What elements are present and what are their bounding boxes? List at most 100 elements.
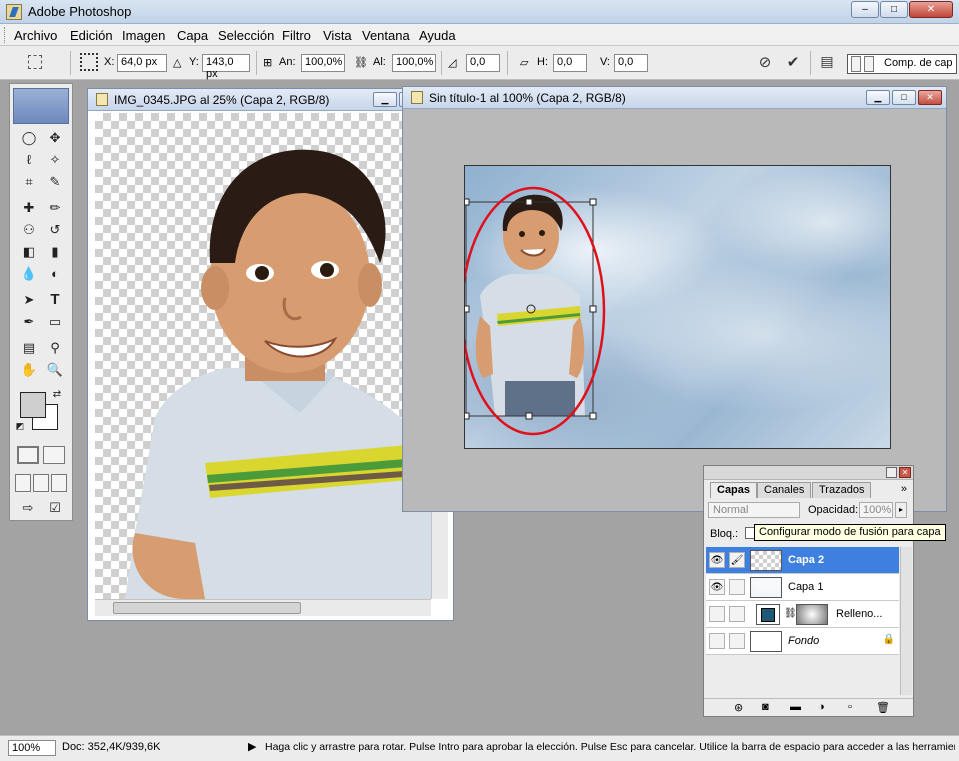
tab-canales[interactable]: Canales — [757, 482, 812, 498]
trash-icon[interactable]: 🗑 — [876, 701, 890, 714]
x-field[interactable]: 64,0 px — [117, 54, 167, 72]
opacity-slider-button[interactable]: ▸ — [895, 502, 907, 518]
new-group-icon[interactable]: ▬ — [790, 701, 801, 713]
panel-minimize-button[interactable] — [886, 467, 897, 478]
screen-mode-standard-button[interactable] — [15, 474, 31, 492]
eye-toggle-off[interactable] — [709, 633, 725, 649]
swap-colors-icon[interactable]: ⇄ — [50, 388, 64, 402]
layer-row[interactable]: Fondo 🔒 — [706, 628, 899, 655]
hskew-field[interactable]: 0,0 — [553, 54, 587, 72]
reference-point-icon[interactable] — [80, 53, 98, 71]
default-colors-icon[interactable]: ◩ — [14, 420, 26, 432]
panel-close-button[interactable]: ✕ — [899, 467, 911, 478]
close-button[interactable]: ✕ — [909, 1, 953, 18]
layer-name[interactable]: Capa 1 — [788, 581, 823, 593]
palette-well-icon[interactable]: ▤ — [817, 54, 837, 72]
new-layer-icon[interactable]: ▫ — [848, 701, 852, 713]
quick-mask-button[interactable] — [43, 446, 65, 464]
healing-brush-icon[interactable]: ✚ — [18, 198, 40, 218]
blend-mode-select[interactable]: Normal — [708, 502, 800, 518]
menu-edicion[interactable]: Edición — [70, 28, 113, 43]
opacity-field[interactable]: 100% — [859, 502, 893, 518]
move-tool-icon[interactable]: ✥ — [44, 128, 66, 148]
magic-wand-tool-icon[interactable]: ✧ — [44, 150, 66, 170]
brush-icon[interactable]: 🖌 — [729, 552, 745, 568]
screen-mode-full-button[interactable] — [51, 474, 67, 492]
palette-tab[interactable] — [864, 56, 874, 72]
layer-name[interactable]: Relleno... — [836, 608, 882, 620]
doc-close-button[interactable]: ✕ — [918, 90, 942, 105]
horizontal-scrollbar[interactable] — [95, 599, 431, 616]
transform-tool-icon[interactable] — [28, 55, 42, 69]
history-brush-icon[interactable]: ↺ — [44, 220, 66, 240]
transparent-canvas[interactable] — [95, 113, 431, 599]
blur-tool-icon[interactable]: 💧 — [18, 264, 40, 284]
status-arrow-icon[interactable]: ▶ — [248, 740, 256, 753]
marquee-tool-icon[interactable]: ◯ — [18, 128, 40, 148]
link-box[interactable] — [729, 579, 745, 595]
slice-tool-icon[interactable]: ✎ — [44, 172, 66, 192]
layers-scrollbar[interactable] — [900, 547, 912, 695]
layer-row[interactable]: 👁 Capa 1 — [706, 574, 899, 601]
commit-transform-icon[interactable]: ✔ — [784, 54, 802, 72]
h-field[interactable]: 100,0% — [392, 54, 436, 72]
notes-tool-icon[interactable]: ▤ — [18, 338, 40, 358]
menu-imagen[interactable]: Imagen — [122, 28, 165, 43]
menu-filtro[interactable]: Filtro — [282, 28, 311, 43]
link-proportions-icon[interactable]: ⛓ — [354, 56, 368, 69]
doc-maximize-button[interactable]: □ — [892, 90, 916, 105]
eraser-tool-icon[interactable]: ◧ — [18, 242, 40, 262]
scrollbar-thumb[interactable] — [113, 602, 301, 614]
hand-tool-icon[interactable]: ✋ — [18, 360, 40, 380]
eyedropper-tool-icon[interactable]: ⚲ — [44, 338, 66, 358]
clone-stamp-icon[interactable]: ⚇ — [18, 220, 40, 240]
maximize-button[interactable]: □ — [880, 1, 908, 18]
minimize-button[interactable]: – — [851, 1, 879, 18]
link-box[interactable] — [729, 633, 745, 649]
add-style-icon[interactable]: ⊛ — [734, 701, 743, 714]
angle-field[interactable]: 0,0 — [466, 54, 500, 72]
menu-ayuda[interactable]: Ayuda — [419, 28, 456, 43]
panel-menu-icon[interactable]: » — [901, 483, 907, 495]
menu-vista[interactable]: Vista — [323, 28, 352, 43]
sky-canvas[interactable] — [464, 165, 891, 449]
comps-tab[interactable]: Comp. de cap — [884, 57, 952, 69]
vskew-field[interactable]: 0,0 — [614, 54, 648, 72]
screen-mode-full-menu-button[interactable] — [33, 474, 49, 492]
adjustment-layer-icon[interactable]: ◑ — [818, 701, 825, 713]
menu-capa[interactable]: Capa — [177, 28, 208, 43]
doc-minimize-button[interactable]: ▁ — [373, 92, 397, 107]
layer-row[interactable]: 👁 🖌 Capa 2 — [706, 547, 899, 574]
cancel-transform-icon[interactable]: ⊘ — [756, 54, 774, 72]
type-tool-icon[interactable]: T — [44, 290, 66, 310]
foreground-color-swatch[interactable] — [20, 392, 46, 418]
w-field[interactable]: 100,0% — [301, 54, 345, 72]
zoom-tool-icon[interactable]: 🔍 — [44, 360, 66, 380]
lasso-tool-icon[interactable]: ℓ — [18, 150, 40, 170]
add-mask-icon[interactable]: ◙ — [762, 701, 769, 713]
shape-tool-icon[interactable]: ▭ — [44, 312, 66, 332]
tab-capas[interactable]: Capas — [710, 482, 758, 498]
eye-icon[interactable]: 👁 — [709, 552, 725, 568]
layer-name[interactable]: Fondo — [788, 635, 819, 647]
brush-tool-icon[interactable]: ✏ — [44, 198, 66, 218]
menu-seleccion[interactable]: Selección — [218, 28, 274, 43]
pen-tool-icon[interactable]: ✒ — [18, 312, 40, 332]
doc-minimize-button[interactable]: ▁ — [866, 90, 890, 105]
palette-tab[interactable] — [851, 56, 861, 72]
standard-mode-button[interactable] — [17, 446, 39, 464]
eye-toggle-off[interactable] — [709, 606, 725, 622]
eye-icon[interactable]: 👁 — [709, 579, 725, 595]
y-field[interactable]: 143,0 px — [202, 54, 250, 80]
layer-name[interactable]: Capa 2 — [788, 554, 824, 566]
menu-archivo[interactable]: Archivo — [14, 28, 57, 43]
jump-to-imageready-icon[interactable]: ⇨ — [16, 498, 40, 518]
zoom-field[interactable]: 100% — [8, 740, 56, 756]
menu-ventana[interactable]: Ventana — [362, 28, 410, 43]
layer-row[interactable]: ⛓ Relleno... — [706, 601, 899, 628]
dodge-tool-icon[interactable]: ◐ — [44, 264, 66, 284]
path-selection-icon[interactable]: ➤ — [18, 290, 40, 310]
crop-tool-icon[interactable]: ⌗ — [18, 172, 40, 192]
gradient-tool-icon[interactable]: ▮ — [44, 242, 66, 262]
edit-in-imageready-icon[interactable]: ☑ — [44, 498, 66, 518]
